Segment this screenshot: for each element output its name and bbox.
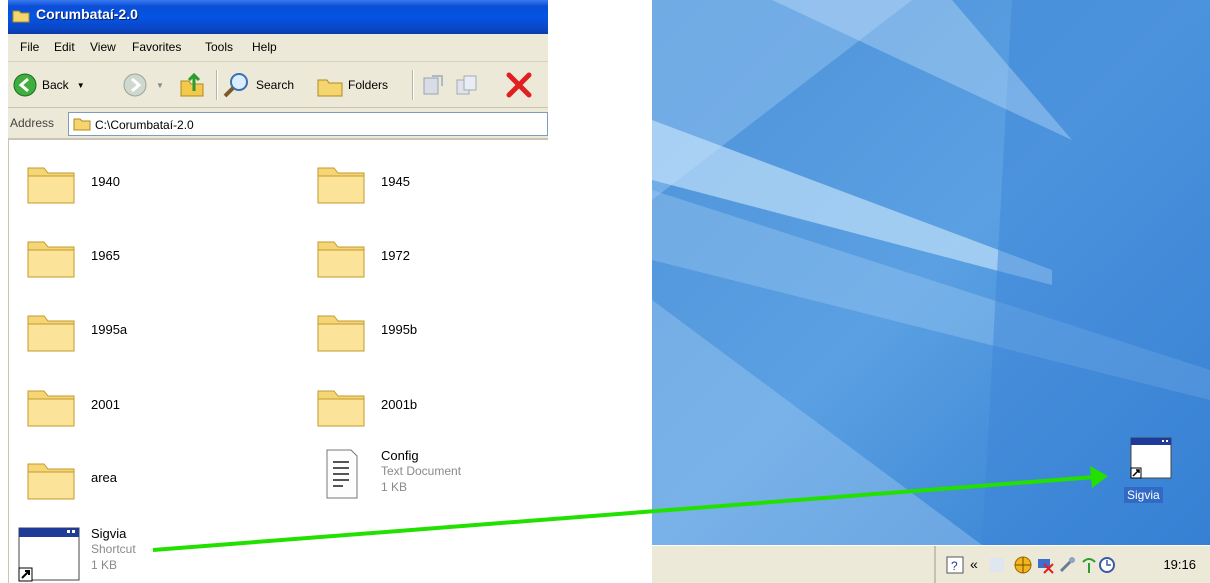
help-icon[interactable]: ? bbox=[946, 556, 964, 574]
address-path: C:\Corumbataí-2.0 bbox=[95, 118, 194, 132]
folder-icon bbox=[12, 10, 30, 23]
menu-favorites[interactable]: Favorites bbox=[132, 40, 181, 54]
forward-button[interactable]: ▼ bbox=[122, 62, 164, 108]
item-name: 1945 bbox=[381, 174, 410, 189]
item-type: Text Document bbox=[381, 464, 462, 478]
title-bar[interactable]: Corumbataí-2.0 bbox=[8, 0, 548, 34]
item-name: 2001b bbox=[381, 397, 418, 412]
menu-tools[interactable]: Tools bbox=[205, 40, 233, 54]
item-name: 1965 bbox=[91, 248, 120, 263]
folder-icon bbox=[27, 390, 75, 427]
hidden-app-icon[interactable] bbox=[988, 556, 1006, 574]
folder-item[interactable]: 1995b bbox=[303, 306, 548, 366]
address-bar: Address C:\Corumbataí-2.0 bbox=[8, 108, 548, 140]
folder-icon bbox=[317, 241, 365, 278]
item-type: Shortcut bbox=[91, 542, 136, 556]
folder-item[interactable]: 2001 bbox=[13, 381, 283, 441]
desktop-icon-label: Sigvia bbox=[1124, 487, 1163, 503]
forward-dropdown-icon[interactable]: ▼ bbox=[156, 81, 164, 90]
menu-bar: File Edit View Favorites Tools Help bbox=[8, 34, 548, 62]
shortcut-item[interactable]: Sigvia Shortcut 1 KB bbox=[13, 526, 283, 583]
clock-app-icon[interactable] bbox=[1098, 556, 1116, 574]
folder-icon bbox=[317, 390, 365, 427]
text-file-item[interactable]: Config Text Document 1 KB bbox=[303, 448, 548, 508]
forward-arrow-icon bbox=[123, 73, 147, 97]
folder-item[interactable]: 1972 bbox=[303, 232, 548, 292]
menu-file[interactable]: File bbox=[20, 40, 39, 54]
system-tray: ? « 19:16 bbox=[934, 546, 1210, 583]
copy-to-icon bbox=[456, 75, 477, 95]
item-details: Config Text Document 1 KB bbox=[381, 448, 461, 495]
wireless-signal-icon[interactable] bbox=[1080, 556, 1098, 574]
network-disconnected-icon[interactable] bbox=[1036, 556, 1054, 574]
address-field[interactable]: C:\Corumbataí-2.0 bbox=[68, 112, 548, 136]
usb-device-icon[interactable] bbox=[1058, 556, 1076, 574]
item-name: 1972 bbox=[381, 248, 410, 263]
folder-icon bbox=[27, 241, 75, 278]
item-name: Sigvia bbox=[91, 526, 127, 541]
folders-icon bbox=[317, 79, 343, 97]
folder-icon bbox=[27, 315, 75, 352]
explorer-window: Corumbataí-2.0 File Edit View Favorites … bbox=[8, 0, 548, 583]
window-title: Corumbataí-2.0 bbox=[36, 6, 138, 22]
menu-edit[interactable]: Edit bbox=[54, 40, 75, 54]
up-folder-button[interactable] bbox=[178, 62, 206, 108]
item-size: 1 KB bbox=[91, 558, 118, 572]
delete-button[interactable] bbox=[504, 62, 534, 108]
show-hidden-icons-chevron[interactable]: « bbox=[970, 556, 978, 572]
delete-x-icon bbox=[506, 72, 532, 98]
folder-item[interactable]: 1995a bbox=[13, 306, 283, 366]
item-details: Sigvia Shortcut 1 KB bbox=[91, 526, 136, 573]
item-name: Config bbox=[381, 448, 419, 463]
back-dropdown-icon[interactable]: ▼ bbox=[77, 81, 85, 90]
item-name: area bbox=[91, 470, 118, 485]
search-icon bbox=[223, 73, 248, 98]
item-name: 1995b bbox=[381, 322, 418, 337]
folders-button[interactable]: Folders bbox=[316, 62, 388, 108]
folder-icon bbox=[73, 118, 91, 131]
text-document-icon bbox=[326, 449, 358, 499]
move-to-icon bbox=[423, 75, 443, 95]
taskbar: ? « 19:16 bbox=[652, 545, 1210, 583]
toolbar: Back ▼ ▼ Search Folders bbox=[8, 62, 548, 108]
item-name: 2001 bbox=[91, 397, 120, 412]
folder-item[interactable]: 2001b bbox=[303, 381, 548, 441]
back-label: Back bbox=[42, 78, 69, 92]
folder-item[interactable]: 1945 bbox=[303, 158, 548, 218]
item-name: 1940 bbox=[91, 174, 120, 189]
search-label: Search bbox=[256, 78, 295, 92]
search-button[interactable]: Search bbox=[222, 62, 294, 108]
folder-item[interactable]: area bbox=[13, 454, 283, 514]
folder-icon bbox=[317, 167, 365, 204]
folder-item[interactable]: 1965 bbox=[13, 232, 283, 292]
back-arrow-icon bbox=[13, 73, 37, 97]
taskbar-clock[interactable]: 19:16 bbox=[1163, 557, 1196, 572]
item-name: 1995a bbox=[91, 322, 128, 337]
window-shortcut-icon bbox=[1130, 437, 1172, 479]
folder-item[interactable]: 1940 bbox=[13, 158, 283, 218]
copy-to-button[interactable] bbox=[454, 62, 480, 108]
folder-icon bbox=[27, 167, 75, 204]
back-button[interactable]: Back ▼ bbox=[12, 62, 85, 108]
address-label: Address bbox=[10, 116, 55, 130]
up-folder-icon bbox=[180, 72, 204, 97]
menu-view[interactable]: View bbox=[90, 40, 116, 54]
window-shortcut-icon bbox=[18, 527, 80, 582]
network-globe-icon[interactable] bbox=[1014, 556, 1032, 574]
file-list: 1940 1945 1965 1972 1995a 1995b 2001 200… bbox=[8, 140, 548, 583]
menu-help[interactable]: Help bbox=[252, 40, 277, 54]
folder-icon bbox=[317, 315, 365, 352]
desktop-shortcut-sigvia[interactable]: Sigvia bbox=[1122, 437, 1182, 512]
item-size: 1 KB bbox=[381, 480, 408, 494]
folder-icon bbox=[27, 463, 75, 500]
svg-text:?: ? bbox=[951, 559, 958, 573]
desktop: Sigvia ? « 19:16 bbox=[652, 0, 1210, 583]
folders-label: Folders bbox=[348, 78, 389, 92]
move-to-button[interactable] bbox=[420, 62, 446, 108]
